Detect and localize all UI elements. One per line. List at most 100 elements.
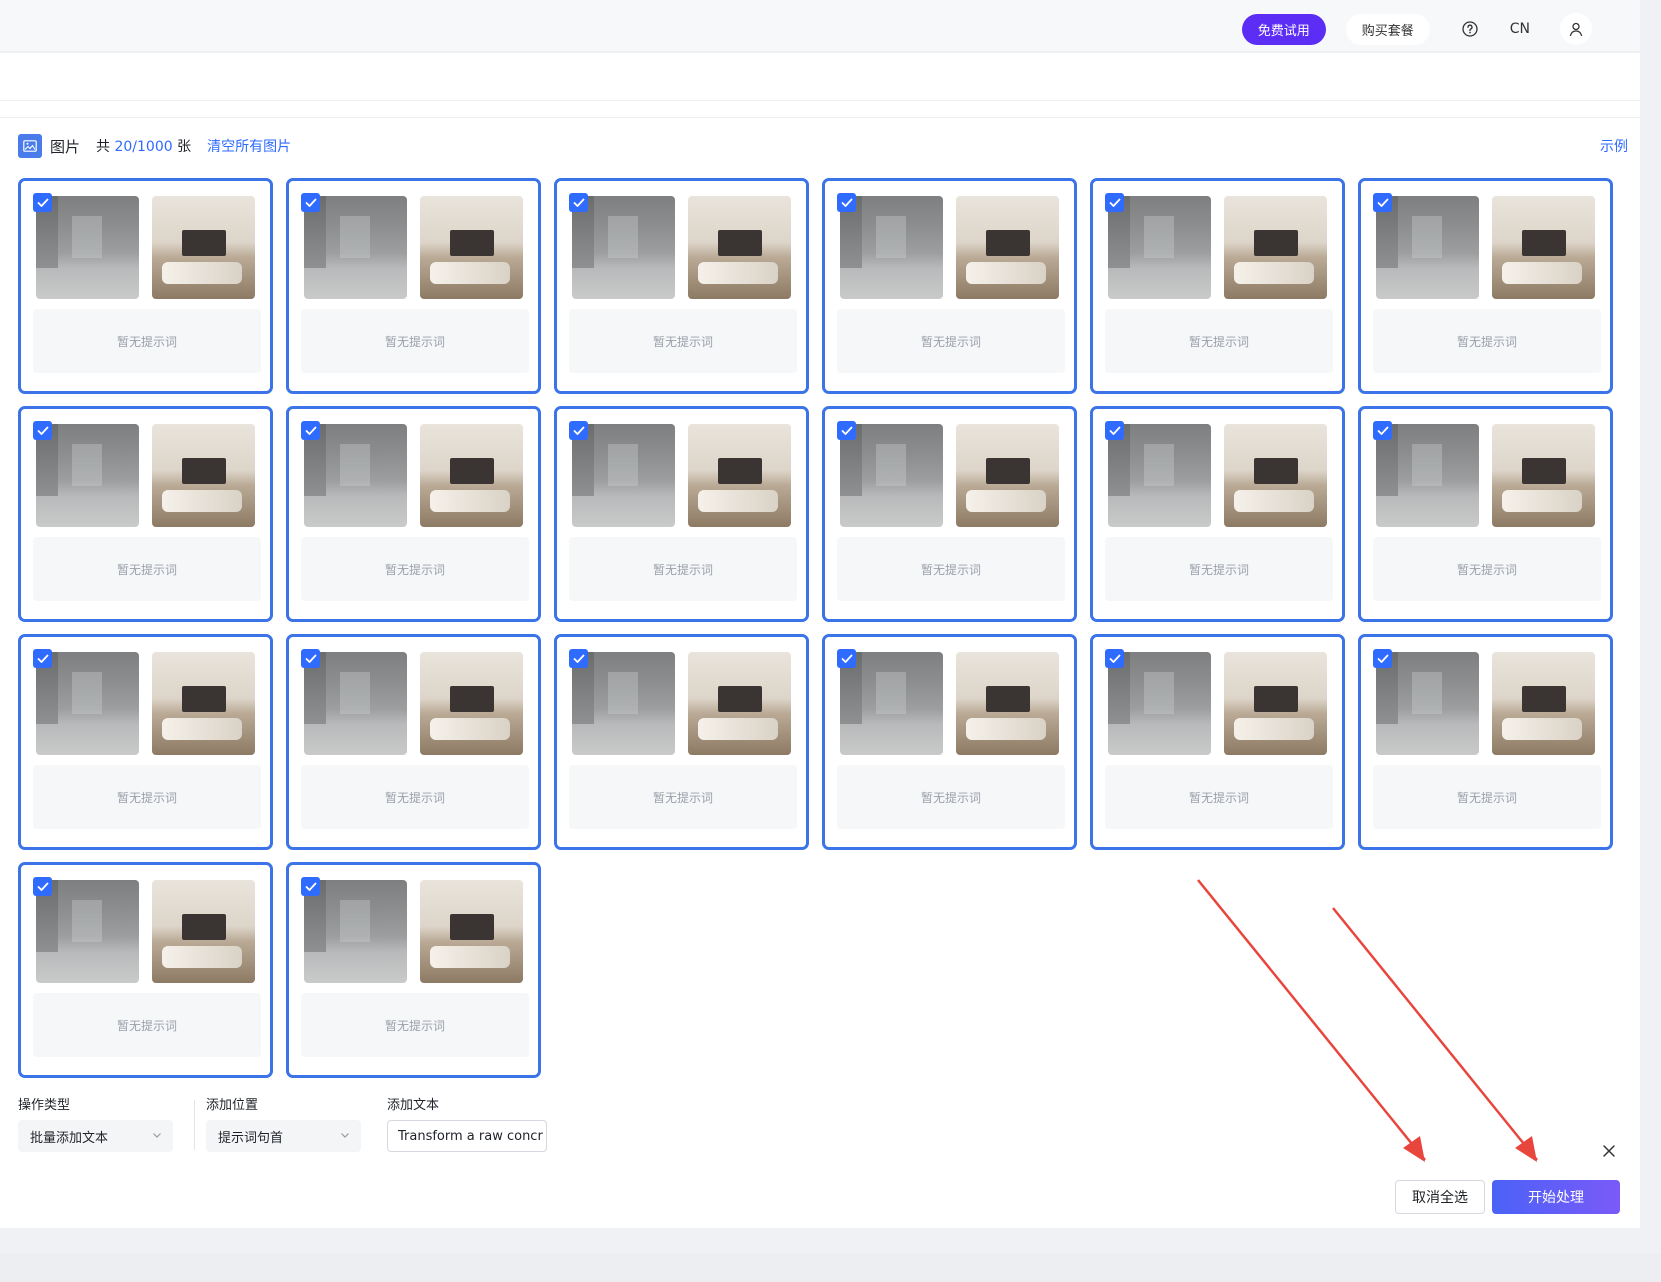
prompt-text[interactable]: 暂无提示词 xyxy=(1373,765,1601,829)
raw-room-thumbnail[interactable] xyxy=(840,424,943,527)
card-checkbox[interactable] xyxy=(1373,421,1392,440)
card-checkbox[interactable] xyxy=(301,421,320,440)
designed-room-thumbnail[interactable] xyxy=(688,196,791,299)
card-checkbox[interactable] xyxy=(1105,421,1124,440)
card-checkbox[interactable] xyxy=(33,193,52,212)
image-card[interactable]: 暂无提示词 xyxy=(286,634,541,850)
image-card[interactable]: 暂无提示词 xyxy=(286,862,541,1078)
card-checkbox[interactable] xyxy=(33,421,52,440)
designed-room-thumbnail[interactable] xyxy=(956,652,1059,755)
card-checkbox[interactable] xyxy=(33,649,52,668)
card-checkbox[interactable] xyxy=(1105,193,1124,212)
designed-room-thumbnail[interactable] xyxy=(956,424,1059,527)
deselect-all-button[interactable]: 取消全选 xyxy=(1395,1180,1485,1214)
image-card[interactable]: 暂无提示词 xyxy=(18,862,273,1078)
prompt-text[interactable]: 暂无提示词 xyxy=(1105,765,1333,829)
image-card[interactable]: 暂无提示词 xyxy=(1090,178,1345,394)
question-circle-icon[interactable] xyxy=(1460,19,1480,39)
image-card[interactable]: 暂无提示词 xyxy=(822,406,1077,622)
raw-room-thumbnail[interactable] xyxy=(304,424,407,527)
raw-room-thumbnail[interactable] xyxy=(36,880,139,983)
raw-room-thumbnail[interactable] xyxy=(36,196,139,299)
raw-room-thumbnail[interactable] xyxy=(304,196,407,299)
prompt-text[interactable]: 暂无提示词 xyxy=(301,993,529,1057)
image-card[interactable]: 暂无提示词 xyxy=(286,406,541,622)
card-checkbox[interactable] xyxy=(1373,649,1392,668)
image-card[interactable]: 暂无提示词 xyxy=(1358,634,1613,850)
designed-room-thumbnail[interactable] xyxy=(1492,424,1595,527)
card-checkbox[interactable] xyxy=(569,649,588,668)
image-card[interactable]: 暂无提示词 xyxy=(822,634,1077,850)
example-link[interactable]: 示例 xyxy=(1600,136,1628,156)
designed-room-thumbnail[interactable] xyxy=(1224,196,1327,299)
prompt-text[interactable]: 暂无提示词 xyxy=(33,309,261,373)
raw-room-thumbnail[interactable] xyxy=(36,424,139,527)
image-card[interactable]: 暂无提示词 xyxy=(554,178,809,394)
user-icon[interactable] xyxy=(1560,13,1592,45)
prompt-text[interactable]: 暂无提示词 xyxy=(33,537,261,601)
designed-room-thumbnail[interactable] xyxy=(1492,196,1595,299)
raw-room-thumbnail[interactable] xyxy=(572,424,675,527)
image-card[interactable]: 暂无提示词 xyxy=(18,634,273,850)
prompt-text[interactable]: 暂无提示词 xyxy=(301,765,529,829)
prompt-text[interactable]: 暂无提示词 xyxy=(837,309,1065,373)
card-checkbox[interactable] xyxy=(569,421,588,440)
raw-room-thumbnail[interactable] xyxy=(1108,652,1211,755)
raw-room-thumbnail[interactable] xyxy=(1376,652,1479,755)
card-checkbox[interactable] xyxy=(33,877,52,896)
image-card[interactable]: 暂无提示词 xyxy=(18,178,273,394)
position-select[interactable]: 提示词句首 xyxy=(206,1120,361,1152)
designed-room-thumbnail[interactable] xyxy=(420,196,523,299)
prompt-text[interactable]: 暂无提示词 xyxy=(569,765,797,829)
card-checkbox[interactable] xyxy=(837,193,856,212)
prompt-text[interactable]: 暂无提示词 xyxy=(837,537,1065,601)
image-card[interactable]: 暂无提示词 xyxy=(822,178,1077,394)
raw-room-thumbnail[interactable] xyxy=(36,652,139,755)
language-switch[interactable]: CN xyxy=(1510,21,1530,37)
image-card[interactable]: 暂无提示词 xyxy=(1358,178,1613,394)
prompt-text[interactable]: 暂无提示词 xyxy=(1105,309,1333,373)
designed-room-thumbnail[interactable] xyxy=(420,652,523,755)
prompt-text[interactable]: 暂无提示词 xyxy=(1105,537,1333,601)
image-card[interactable]: 暂无提示词 xyxy=(1358,406,1613,622)
prompt-text[interactable]: 暂无提示词 xyxy=(1373,537,1601,601)
raw-room-thumbnail[interactable] xyxy=(304,880,407,983)
card-checkbox[interactable] xyxy=(301,649,320,668)
designed-room-thumbnail[interactable] xyxy=(688,652,791,755)
designed-room-thumbnail[interactable] xyxy=(152,424,255,527)
raw-room-thumbnail[interactable] xyxy=(1376,196,1479,299)
operation-type-select[interactable]: 批量添加文本 xyxy=(18,1120,173,1152)
raw-room-thumbnail[interactable] xyxy=(1376,424,1479,527)
prompt-text[interactable]: 暂无提示词 xyxy=(33,765,261,829)
designed-room-thumbnail[interactable] xyxy=(420,424,523,527)
image-card[interactable]: 暂无提示词 xyxy=(286,178,541,394)
designed-room-thumbnail[interactable] xyxy=(688,424,791,527)
close-icon[interactable] xyxy=(1601,1143,1617,1159)
designed-room-thumbnail[interactable] xyxy=(1224,424,1327,527)
prompt-text[interactable]: 暂无提示词 xyxy=(1373,309,1601,373)
image-card[interactable]: 暂无提示词 xyxy=(1090,406,1345,622)
prompt-text[interactable]: 暂无提示词 xyxy=(569,537,797,601)
image-card[interactable]: 暂无提示词 xyxy=(18,406,273,622)
image-card[interactable]: 暂无提示词 xyxy=(554,634,809,850)
card-checkbox[interactable] xyxy=(1105,649,1124,668)
card-checkbox[interactable] xyxy=(837,421,856,440)
image-card[interactable]: 暂无提示词 xyxy=(1090,634,1345,850)
clear-all-images-link[interactable]: 清空所有图片 xyxy=(207,136,291,156)
designed-room-thumbnail[interactable] xyxy=(152,652,255,755)
designed-room-thumbnail[interactable] xyxy=(956,196,1059,299)
add-text-input[interactable]: Transform a raw concr xyxy=(387,1120,547,1152)
raw-room-thumbnail[interactable] xyxy=(304,652,407,755)
designed-room-thumbnail[interactable] xyxy=(1492,652,1595,755)
designed-room-thumbnail[interactable] xyxy=(152,196,255,299)
prompt-text[interactable]: 暂无提示词 xyxy=(569,309,797,373)
prompt-text[interactable]: 暂无提示词 xyxy=(301,309,529,373)
card-checkbox[interactable] xyxy=(1373,193,1392,212)
prompt-text[interactable]: 暂无提示词 xyxy=(837,765,1065,829)
designed-room-thumbnail[interactable] xyxy=(420,880,523,983)
card-checkbox[interactable] xyxy=(837,649,856,668)
start-processing-button[interactable]: 开始处理 xyxy=(1492,1180,1620,1214)
raw-room-thumbnail[interactable] xyxy=(572,652,675,755)
prompt-text[interactable]: 暂无提示词 xyxy=(301,537,529,601)
designed-room-thumbnail[interactable] xyxy=(1224,652,1327,755)
